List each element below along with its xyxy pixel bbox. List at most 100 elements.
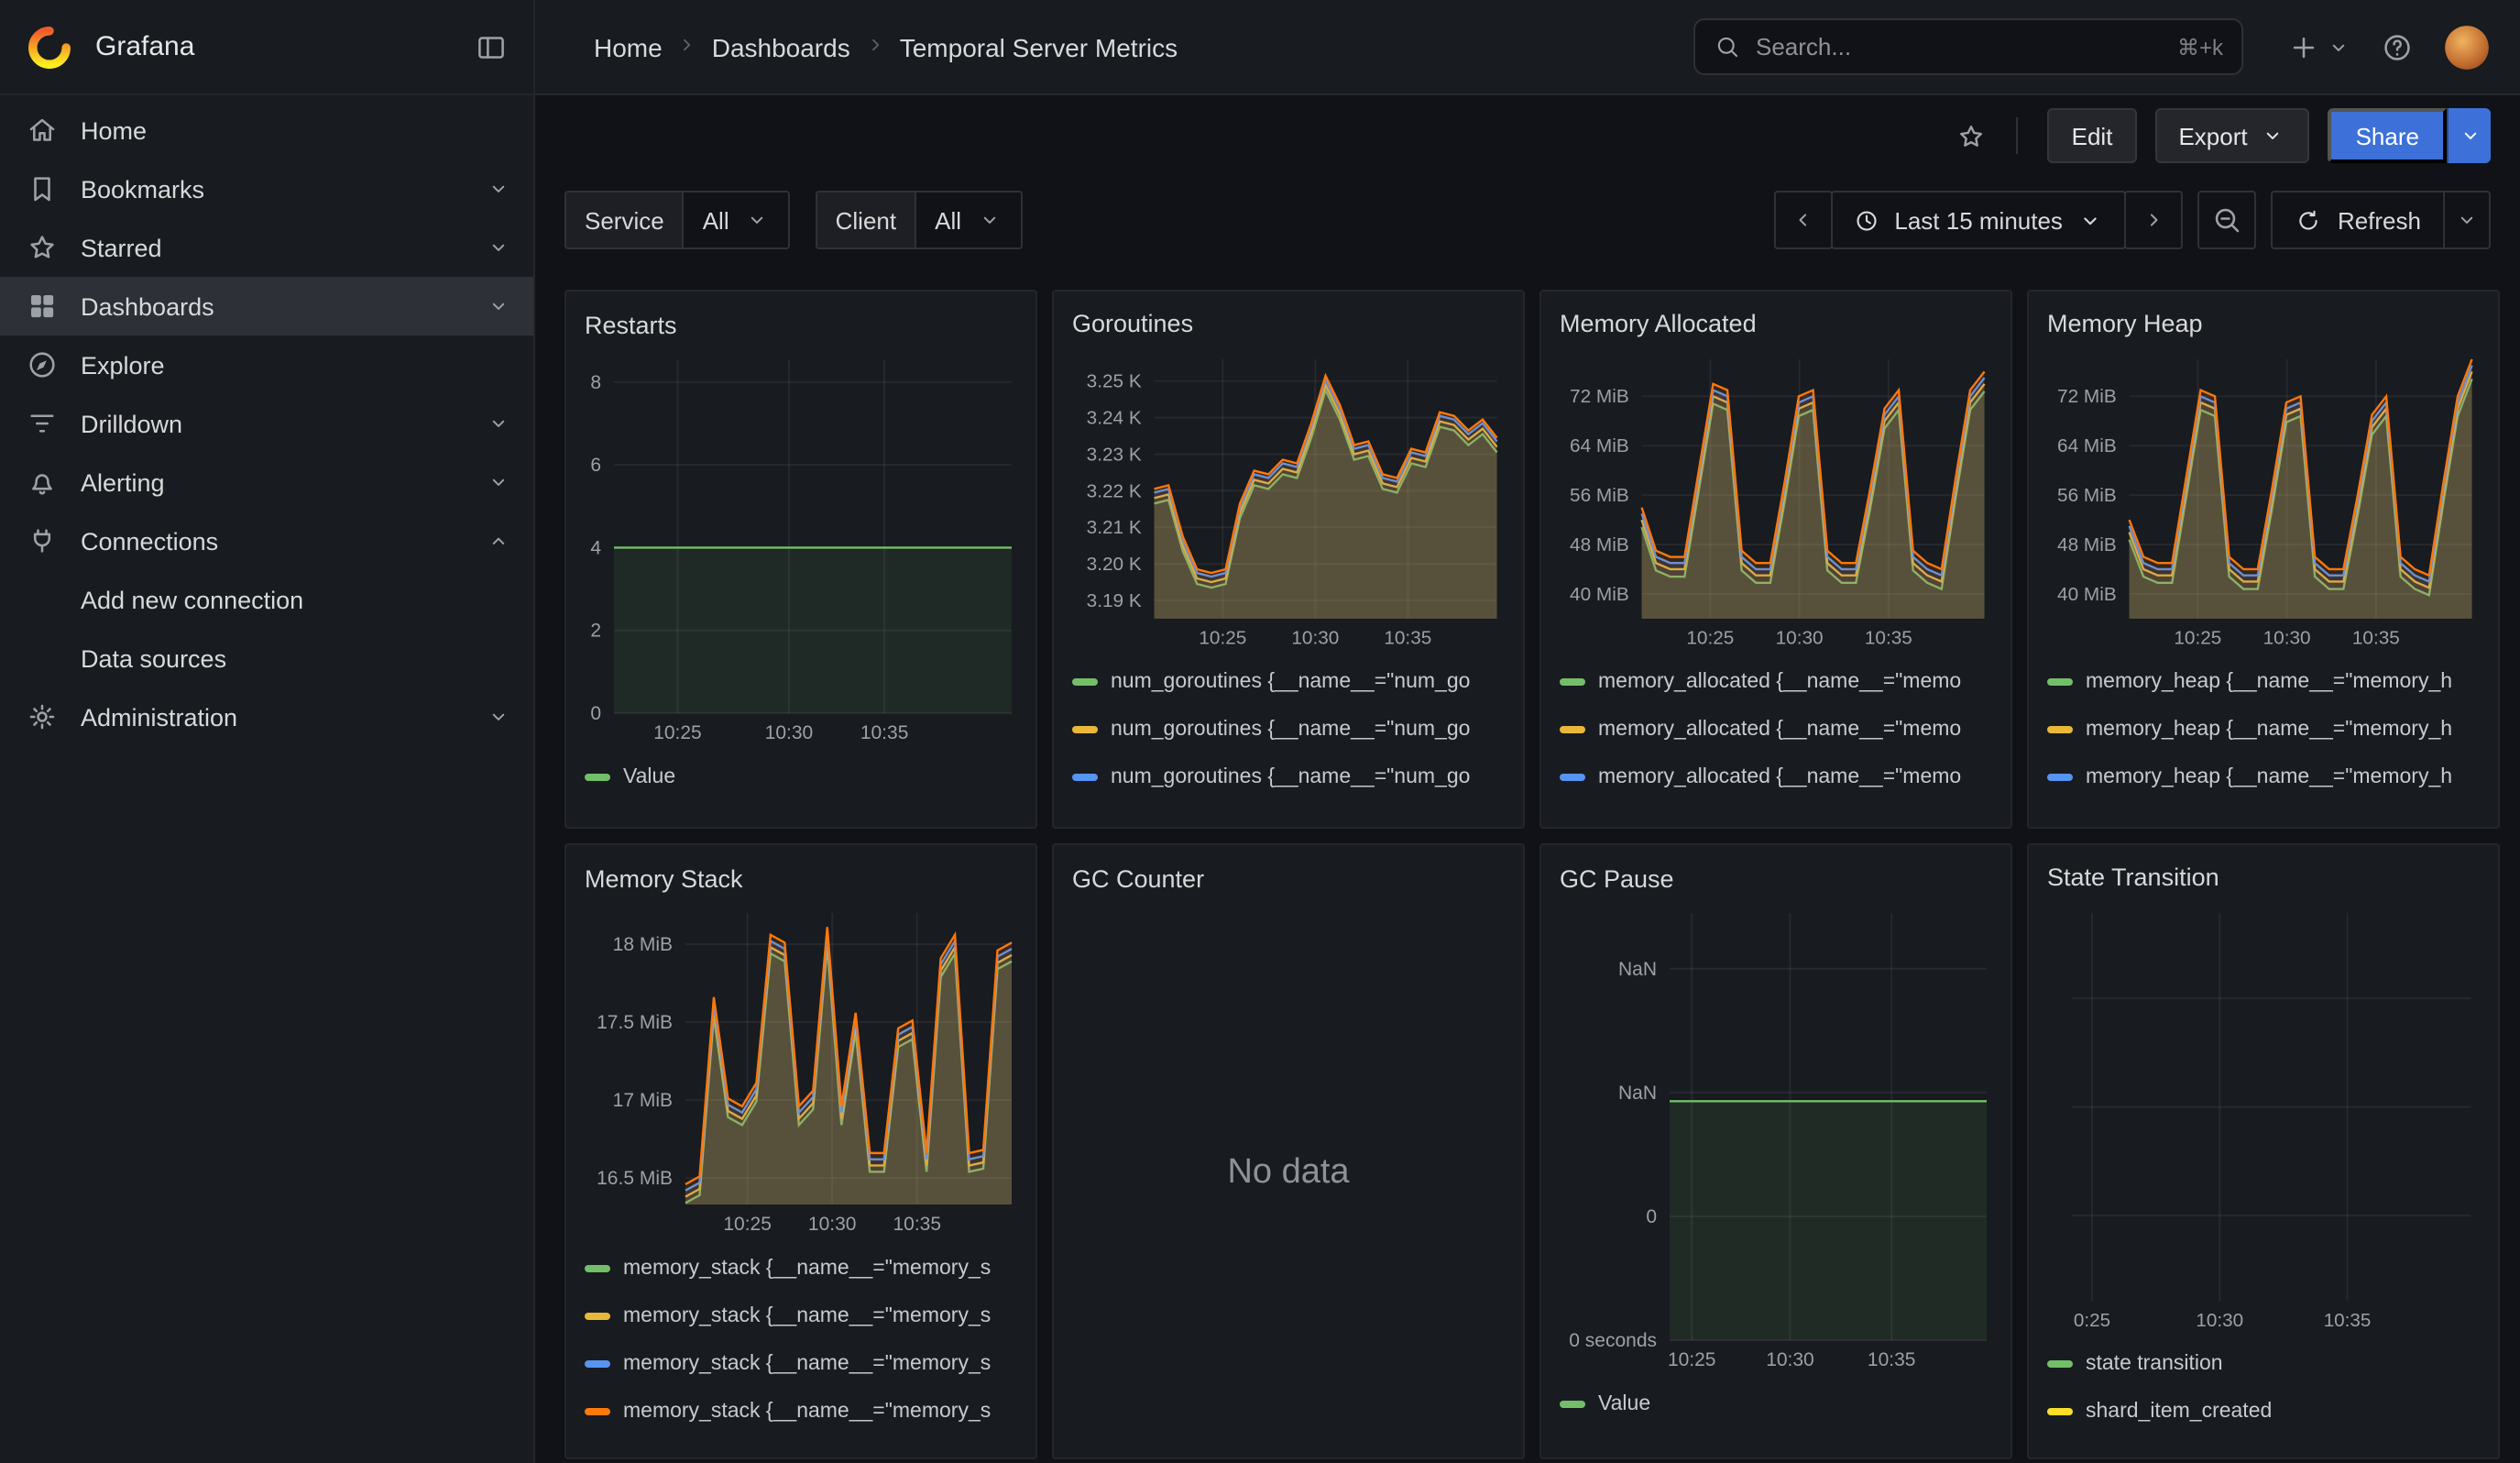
panel-title[interactable]: Memory Stack bbox=[585, 856, 1017, 900]
legend-item[interactable]: memory_stack {__name__="memory_s bbox=[585, 1388, 1017, 1436]
sidebar-item-drilldown[interactable]: Drilldown bbox=[0, 394, 533, 453]
bookmark-icon bbox=[26, 172, 59, 205]
sidebar-item-starred[interactable]: Starred bbox=[0, 218, 533, 277]
legend-item[interactable]: shard_item_created bbox=[2047, 1388, 2480, 1436]
export-button[interactable]: Export bbox=[2154, 108, 2309, 163]
sidebar-item-label: Home bbox=[81, 116, 511, 144]
svg-text:3.22 K: 3.22 K bbox=[1087, 480, 1142, 501]
sidebar-item-connections[interactable]: Connections bbox=[0, 512, 533, 570]
time-shift-back-button[interactable] bbox=[1773, 191, 1832, 249]
search-box[interactable]: ⌘+k bbox=[1693, 18, 2243, 75]
sidebar-item-explore[interactable]: Explore bbox=[0, 336, 533, 394]
svg-text:16.5 MiB: 16.5 MiB bbox=[597, 1168, 673, 1189]
svg-text:17.5 MiB: 17.5 MiB bbox=[597, 1012, 673, 1033]
breadcrumb-dashboards[interactable]: Dashboards bbox=[712, 32, 850, 61]
legend-item[interactable]: memory_allocated {__name__="memo bbox=[1560, 801, 1992, 812]
panel-title[interactable]: Memory Allocated bbox=[1560, 302, 1992, 346]
svg-text:NaN: NaN bbox=[1618, 959, 1657, 980]
legend-item[interactable]: num_goroutines {__name__="num_go bbox=[1072, 658, 1505, 706]
client-variable-select[interactable]: All bbox=[915, 191, 1022, 249]
panel-legend: Value bbox=[1560, 1380, 1992, 1428]
time-shift-forward-button[interactable] bbox=[2125, 191, 2184, 249]
panel-title[interactable]: State Transition bbox=[2047, 856, 2480, 899]
svg-text:10:35: 10:35 bbox=[1865, 627, 1912, 648]
sidebar-item-label: Add new connection bbox=[81, 586, 511, 613]
time-range-label: Last 15 minutes bbox=[1894, 206, 2063, 234]
svg-text:3.19 K: 3.19 K bbox=[1087, 589, 1142, 610]
legend-item[interactable]: memory_allocated {__name__="memo bbox=[1560, 706, 1992, 754]
legend-item[interactable]: num_goroutines {__name__="num_go bbox=[1072, 706, 1505, 754]
star-icon bbox=[26, 231, 59, 264]
sidebar-item-home[interactable]: Home bbox=[0, 101, 533, 160]
breadcrumb-current[interactable]: Temporal Server Metrics bbox=[900, 32, 1178, 61]
top-bar: Grafana Home Dashboards Temporal Server … bbox=[0, 0, 2520, 95]
legend-item[interactable]: state transition bbox=[2047, 1340, 2480, 1388]
legend-item[interactable]: memory_allocated {__name__="memo bbox=[1560, 754, 1992, 801]
panel-title[interactable]: GC Pause bbox=[1560, 856, 1992, 900]
legend-item[interactable]: memory_heap {__name__="memory_h bbox=[2047, 754, 2480, 801]
sidebar-item-add-new-connection[interactable]: Add new connection bbox=[0, 570, 533, 629]
edit-button[interactable]: Edit bbox=[2048, 108, 2137, 163]
timeseries-chart: NaNNaN00 seconds10:2510:3010:35 bbox=[1560, 904, 1990, 1373]
breadcrumb-home[interactable]: Home bbox=[594, 32, 663, 61]
panel-title[interactable]: Goroutines bbox=[1072, 302, 1505, 346]
legend-item[interactable]: num_goroutines {__name__="num_go bbox=[1072, 801, 1505, 812]
grafana-logo-icon[interactable] bbox=[26, 23, 73, 71]
sidebar-item-administration[interactable]: Administration bbox=[0, 688, 533, 746]
panel-title[interactable]: Memory Heap bbox=[2047, 302, 2480, 346]
favorite-star-button[interactable] bbox=[1956, 120, 1988, 151]
legend-label: memory_stack {__name__="memory_s bbox=[623, 1305, 991, 1327]
refresh-interval-button[interactable] bbox=[2443, 191, 2491, 249]
sidebar-item-label: Data sources bbox=[81, 644, 511, 672]
svg-text:2: 2 bbox=[590, 621, 601, 642]
svg-text:40 MiB: 40 MiB bbox=[2057, 583, 2117, 604]
add-menu-button[interactable] bbox=[2287, 30, 2351, 63]
sidebar-item-bookmarks[interactable]: Bookmarks bbox=[0, 160, 533, 218]
svg-text:0: 0 bbox=[1646, 1206, 1657, 1227]
legend-label: memory_heap {__name__="memory_h bbox=[2086, 671, 2452, 693]
svg-text:10:30: 10:30 bbox=[765, 722, 814, 743]
svg-text:3.21 K: 3.21 K bbox=[1087, 517, 1142, 538]
export-button-label: Export bbox=[2178, 122, 2247, 149]
service-variable-select[interactable]: All bbox=[683, 191, 790, 249]
sidebar-item-data-sources[interactable]: Data sources bbox=[0, 629, 533, 688]
legend-item[interactable]: Value bbox=[585, 754, 1017, 801]
avatar[interactable] bbox=[2443, 23, 2491, 71]
panel-title[interactable]: GC Counter bbox=[1072, 856, 1505, 900]
refresh-button[interactable]: Refresh bbox=[2272, 191, 2445, 249]
share-menu-button[interactable] bbox=[2447, 108, 2491, 163]
legend-item[interactable]: memory_heap {__name__="memory_h bbox=[2047, 658, 2480, 706]
legend-item[interactable]: memory_stack {__name__="memory_s bbox=[585, 1292, 1017, 1340]
chevron-down-icon bbox=[486, 469, 511, 495]
filter-row: Service All Client All bbox=[564, 191, 2491, 249]
legend-item[interactable]: memory_stack {__name__="memory_s bbox=[585, 1340, 1017, 1388]
search-icon bbox=[1714, 33, 1741, 60]
legend-item[interactable]: num_goroutines {__name__="num_go bbox=[1072, 754, 1505, 801]
help-icon[interactable] bbox=[2381, 30, 2414, 63]
panel-gc-counter: GC CounterNo data bbox=[1052, 843, 1525, 1459]
search-input[interactable] bbox=[1756, 33, 2163, 60]
share-button[interactable]: Share bbox=[2328, 108, 2447, 163]
legend-label: memory_stack {__name__="memory_s bbox=[623, 1353, 991, 1375]
svg-text:18 MiB: 18 MiB bbox=[613, 934, 673, 955]
grafana-app: Grafana Home Dashboards Temporal Server … bbox=[0, 0, 2520, 1463]
legend-label: memory_heap {__name__="memory_h bbox=[2086, 766, 2452, 788]
sidebar-item-alerting[interactable]: Alerting bbox=[0, 453, 533, 512]
svg-text:48 MiB: 48 MiB bbox=[2057, 534, 2117, 555]
legend-item[interactable]: memory_heap {__name__="memory_h bbox=[2047, 801, 2480, 812]
panel-title[interactable]: Restarts bbox=[585, 302, 1017, 346]
no-data-message: No data bbox=[1072, 904, 1505, 1443]
sidebar-toggle-icon[interactable] bbox=[475, 30, 508, 63]
time-range-picker[interactable]: Last 15 minutes bbox=[1830, 191, 2127, 249]
svg-text:10:25: 10:25 bbox=[723, 1214, 772, 1235]
legend-item[interactable]: memory_stack {__name__="memory_s bbox=[585, 1245, 1017, 1292]
svg-text:10:25: 10:25 bbox=[653, 722, 702, 743]
search-minus-icon bbox=[2211, 204, 2244, 236]
legend-label: memory_allocated {__name__="memo bbox=[1598, 766, 1961, 788]
zoom-out-button[interactable] bbox=[2198, 191, 2257, 249]
legend-item[interactable]: Value bbox=[1560, 1380, 1992, 1428]
legend-item[interactable]: memory_heap {__name__="memory_h bbox=[2047, 706, 2480, 754]
chevron-down-icon bbox=[976, 207, 1002, 233]
sidebar-item-dashboards[interactable]: Dashboards bbox=[0, 277, 533, 336]
legend-item[interactable]: memory_allocated {__name__="memo bbox=[1560, 658, 1992, 706]
